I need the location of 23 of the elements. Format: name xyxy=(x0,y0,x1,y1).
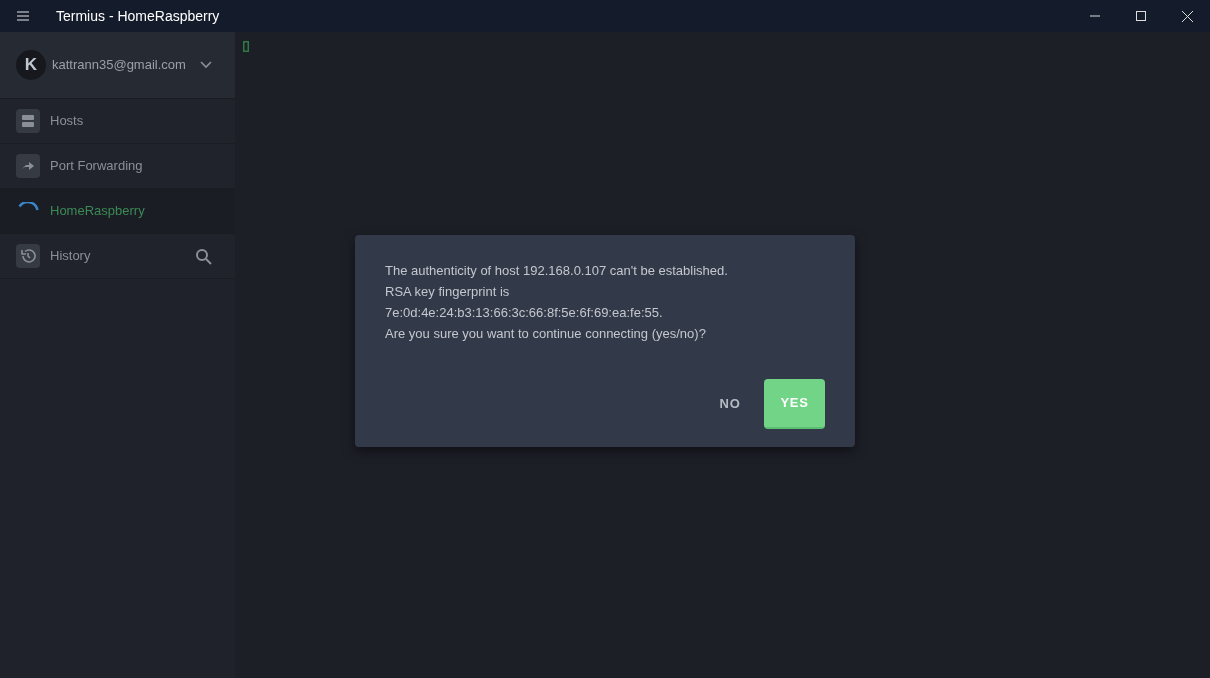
sidebar-item[interactable]: HomeRaspberry xyxy=(0,189,235,234)
cursor-icon xyxy=(243,41,249,52)
sidebar-item-label: Port Forwarding xyxy=(50,157,143,176)
maximize-icon xyxy=(1136,11,1146,21)
dialog-message-line: Are you sure you want to continue connecting (yes/no)? xyxy=(385,325,707,343)
history-icon xyxy=(16,244,40,268)
dialog-message-line: 7e:0d:4e:24:b3:13:66:3c:66:8f:5e:6f:69:ea:fe:55. xyxy=(385,304,664,322)
sidebar-item-label: HomeRaspberry xyxy=(50,202,145,221)
dialog-message-line: RSA key fingerprint is xyxy=(385,283,511,301)
sidebar-item-label: Hosts xyxy=(50,112,84,131)
account-email: kattrann35@gmail.com xyxy=(52,56,186,75)
dialog-message-line: The authenticity of host 192.168.0.107 can't be established. xyxy=(385,262,729,280)
avatar: K xyxy=(16,50,46,80)
no-button[interactable]: NO xyxy=(702,379,758,429)
search-icon[interactable] xyxy=(195,247,212,265)
sidebar-item-label: History xyxy=(50,247,91,266)
close-icon xyxy=(1181,10,1193,22)
spinner-icon xyxy=(17,202,39,211)
server-icon xyxy=(16,109,40,133)
chevron-down-icon[interactable] xyxy=(200,61,212,69)
menu-icon[interactable] xyxy=(17,11,29,21)
account-header[interactable]: K kattrann35@gmail.com xyxy=(0,32,235,99)
window-title: Termius - HomeRaspberry xyxy=(56,6,220,26)
